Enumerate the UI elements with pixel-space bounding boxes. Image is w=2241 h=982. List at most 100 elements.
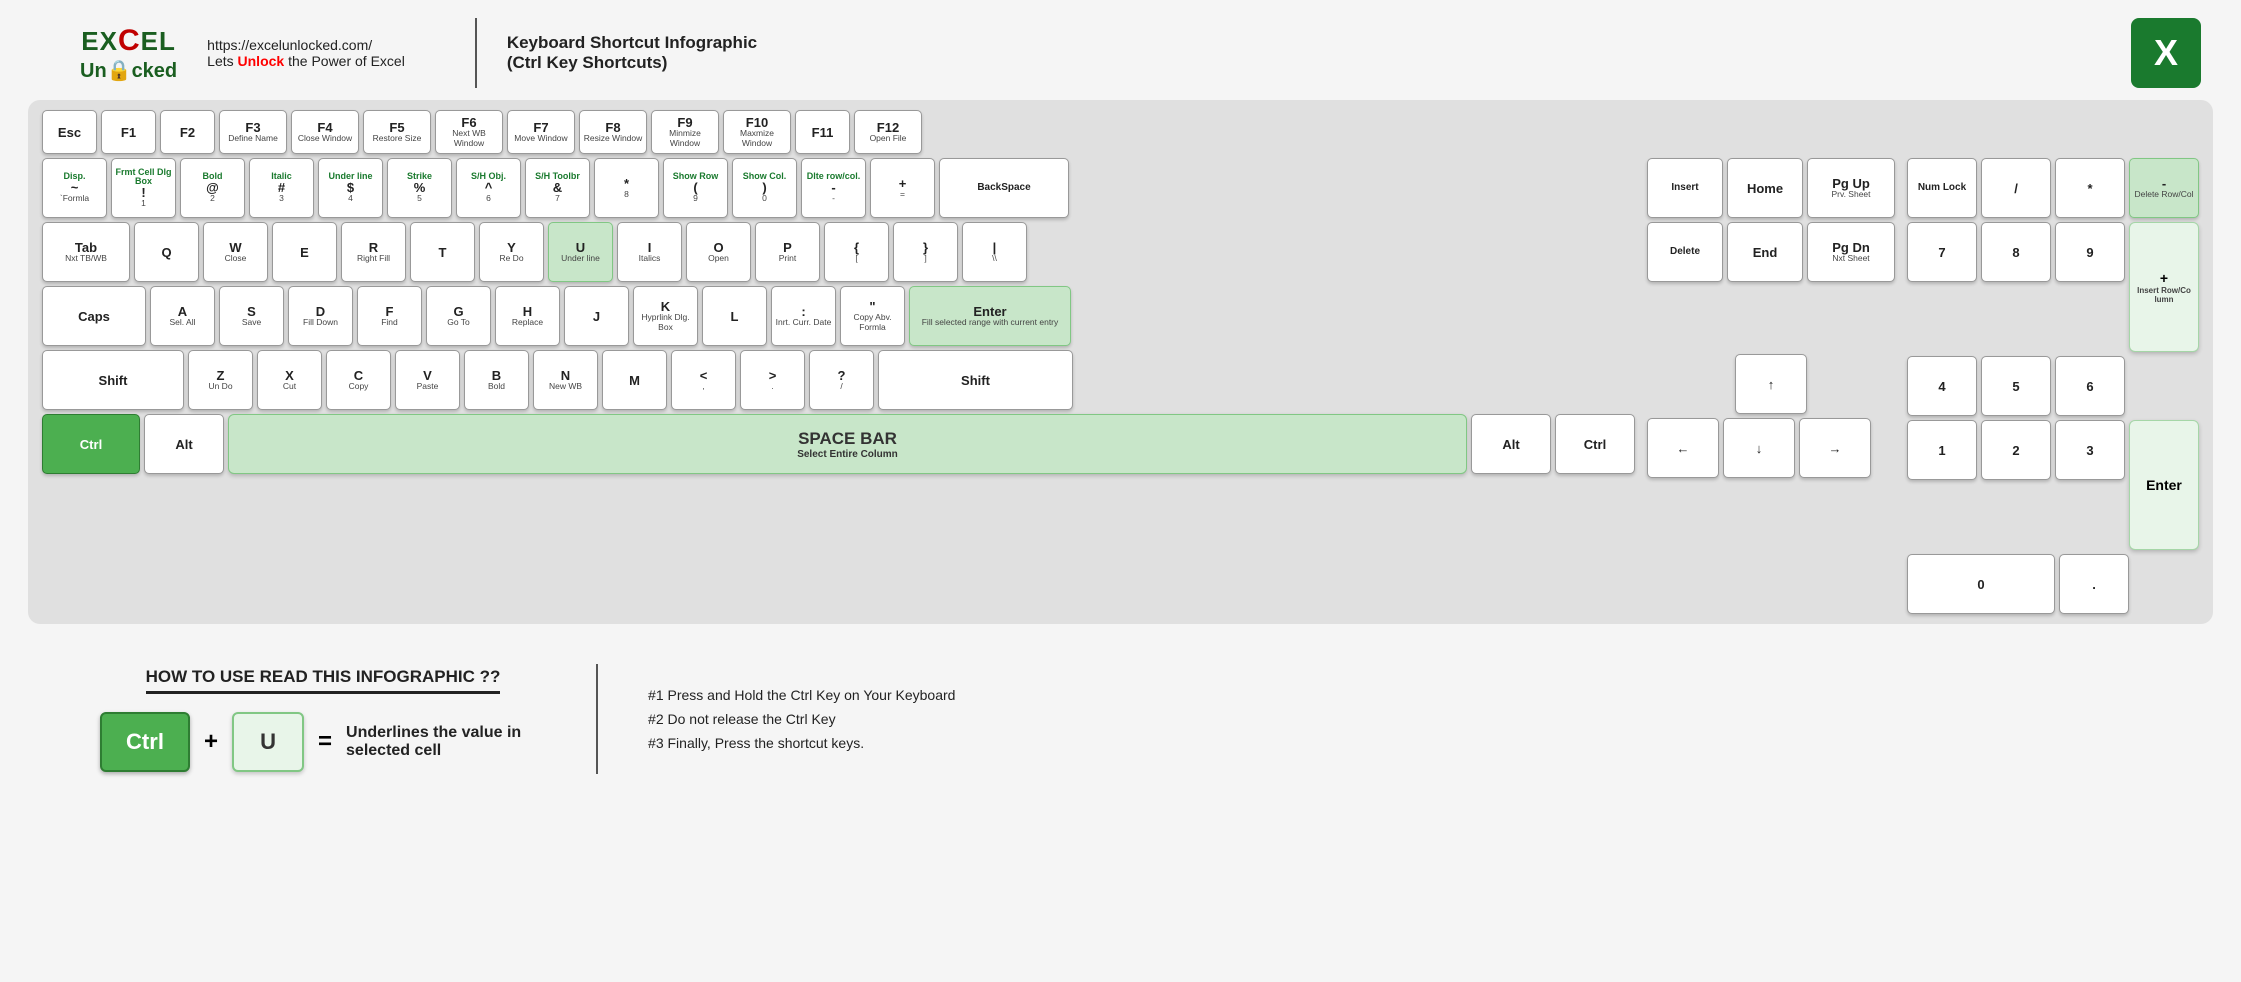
key-bs[interactable]: |\\ [962,222,1027,282]
key-equals[interactable]: += [870,158,935,218]
key-altr[interactable]: Alt [1471,414,1551,474]
key-v[interactable]: VPaste [395,350,460,410]
key-numstar[interactable]: * [2055,158,2125,218]
key-lb[interactable]: {[ [824,222,889,282]
key-enter[interactable]: EnterFill selected range with current en… [909,286,1071,346]
key-z[interactable]: ZUn Do [188,350,253,410]
key-f6[interactable]: F6Next WB Window [435,110,503,154]
key-numminus[interactable]: -Delete Row/Col [2129,158,2199,218]
key-tab[interactable]: TabNxt TB/WB [42,222,130,282]
key-shiftr[interactable]: Shift [878,350,1073,410]
key-x[interactable]: XCut [257,350,322,410]
key-numslash[interactable]: / [1981,158,2051,218]
key-b[interactable]: BBold [464,350,529,410]
key-end[interactable]: End [1727,222,1803,282]
key-left[interactable]: ← [1647,418,1719,478]
key-7[interactable]: S/H Toolbr&7 [525,158,590,218]
key-num1[interactable]: 1 [1907,420,1977,480]
key-num4[interactable]: 4 [1907,356,1977,416]
key-q[interactable]: Q [134,222,199,282]
key-5[interactable]: Strike%5 [387,158,452,218]
key-f[interactable]: FFind [357,286,422,346]
key-0[interactable]: Show Col.)0 [732,158,797,218]
key-num2[interactable]: 2 [1981,420,2051,480]
key-caps[interactable]: Caps [42,286,146,346]
key-numplus[interactable]: + Insert Row/Co lumn [2129,222,2199,352]
key-comma[interactable]: <, [671,350,736,410]
key-a[interactable]: ASel. All [150,286,215,346]
key-g[interactable]: GGo To [426,286,491,346]
key-j[interactable]: J [564,286,629,346]
key-f5[interactable]: F5Restore Size [363,110,431,154]
key-o[interactable]: OOpen [686,222,751,282]
key-y[interactable]: YRe Do [479,222,544,282]
key-spacebar[interactable]: SPACE BAR Select Entire Column [228,414,1467,474]
key-f7[interactable]: F7Move Window [507,110,575,154]
key-home[interactable]: Home [1727,158,1803,218]
demo-ctrl-key[interactable]: Ctrl [100,712,190,772]
key-k[interactable]: KHyprlink Dlg. Box [633,286,698,346]
key-u[interactable]: UUnder line [548,222,613,282]
key-3[interactable]: Italic#3 [249,158,314,218]
key-semi[interactable]: :Inrt. Curr. Date [771,286,836,346]
key-altl[interactable]: Alt [144,414,224,474]
key-s[interactable]: SSave [219,286,284,346]
key-f4[interactable]: F4Close Window [291,110,359,154]
key-quote[interactable]: "Copy Abv. Formla [840,286,905,346]
key-w[interactable]: WClose [203,222,268,282]
key-minus[interactable]: Dlte row/col.-- [801,158,866,218]
key-n[interactable]: NNew WB [533,350,598,410]
key-p[interactable]: PPrint [755,222,820,282]
key-up[interactable]: ↑ [1735,354,1807,414]
key-c[interactable]: CCopy [326,350,391,410]
key-insert[interactable]: Insert [1647,158,1723,218]
key-num0[interactable]: 0 [1907,554,2055,614]
key-f2[interactable]: F2 [160,110,215,154]
key-num5[interactable]: 5 [1981,356,2051,416]
key-f11[interactable]: F11 [795,110,850,154]
key-f3[interactable]: F3Define Name [219,110,287,154]
key-slash[interactable]: ?/ [809,350,874,410]
key-rb[interactable]: }] [893,222,958,282]
key-9[interactable]: Show Row(9 [663,158,728,218]
key-right[interactable]: → [1799,418,1871,478]
key-pgup[interactable]: Pg UpPrv. Sheet [1807,158,1895,218]
key-shiftl[interactable]: Shift [42,350,184,410]
key-num7[interactable]: 7 [1907,222,1977,282]
key-t[interactable]: T [410,222,475,282]
key-num9[interactable]: 9 [2055,222,2125,282]
key-f12[interactable]: F12Open File [854,110,922,154]
key-num8[interactable]: 8 [1981,222,2051,282]
key-ctrll[interactable]: Ctrl [42,414,140,474]
key-i[interactable]: IItalics [617,222,682,282]
key-d[interactable]: DFill Down [288,286,353,346]
key-r[interactable]: RRight Fill [341,222,406,282]
key-2[interactable]: Bold@2 [180,158,245,218]
key-delete[interactable]: Delete [1647,222,1723,282]
key-numlock[interactable]: Num Lock [1907,158,1977,218]
key-down[interactable]: ↓ [1723,418,1795,478]
key-period[interactable]: >. [740,350,805,410]
key-m[interactable]: M [602,350,667,410]
key-1[interactable]: Frmt Cell Dlg Box!1 [111,158,176,218]
key-numenter[interactable]: Enter [2129,420,2199,550]
key-backtick[interactable]: Disp.~`Formla [42,158,107,218]
key-e[interactable]: E [272,222,337,282]
key-esc[interactable]: Esc [42,110,97,154]
key-f8[interactable]: F8Resize Window [579,110,647,154]
key-f1[interactable]: F1 [101,110,156,154]
key-8[interactable]: *8 [594,158,659,218]
demo-u-key[interactable]: U [232,712,304,772]
key-6[interactable]: S/H Obj.^6 [456,158,521,218]
key-num6[interactable]: 6 [2055,356,2125,416]
key-l[interactable]: L [702,286,767,346]
key-numdot[interactable]: . [2059,554,2129,614]
key-4[interactable]: Under line$4 [318,158,383,218]
key-h[interactable]: HReplace [495,286,560,346]
key-backspace[interactable]: BackSpace [939,158,1069,218]
key-f10[interactable]: F10Maxmize Window [723,110,791,154]
key-f9[interactable]: F9Minmize Window [651,110,719,154]
key-num3[interactable]: 3 [2055,420,2125,480]
key-pgdn[interactable]: Pg DnNxt Sheet [1807,222,1895,282]
key-ctrlr[interactable]: Ctrl [1555,414,1635,474]
